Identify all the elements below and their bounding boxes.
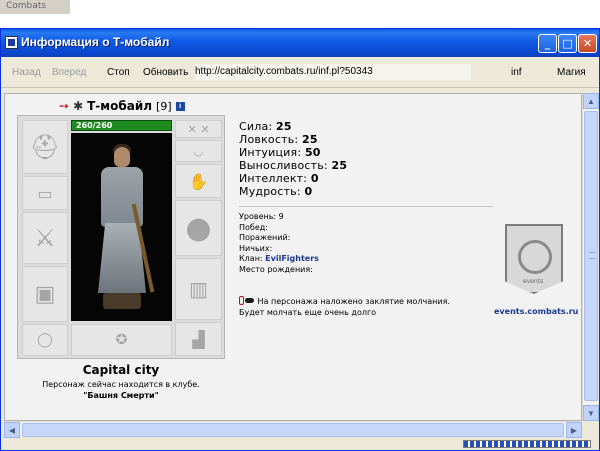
info-icon[interactable]: i xyxy=(175,101,185,111)
stat-strength: Сила: 25 xyxy=(239,120,292,133)
divider xyxy=(239,206,493,207)
stat-wisdom: Мудрость: 0 xyxy=(239,185,313,198)
silence-icon xyxy=(239,296,255,305)
stats-list: Сила: 25 Ловкость: 25 Интуиция: 50 Вынос… xyxy=(239,120,347,198)
stat-intuition: Интуиция: 50 xyxy=(239,146,321,159)
hp-text: 260/260 xyxy=(76,121,113,130)
equipment-panel: ⛑ ▭ ⚔ ▣ ◯ 260/260 ✪ ✕ ✕ ◡ ✋ ● ▥ ▟ xyxy=(17,115,225,359)
stat-agility: Ловкость: 25 xyxy=(239,133,318,146)
red-arrow-icon: ➙ xyxy=(59,99,70,113)
vertical-scroll-thumb[interactable] xyxy=(584,111,598,401)
belt-icon[interactable]: ◯ xyxy=(22,324,68,356)
gloves-icon[interactable]: ✋ xyxy=(175,164,222,198)
silence-line-1: На персонажа наложено заклятие молчания. xyxy=(239,296,450,307)
info-clan: Клан: EvilFighters xyxy=(239,254,319,263)
stat-endurance: Выносливость: 25 xyxy=(239,159,348,172)
clan-link[interactable]: EvilFighters xyxy=(265,254,319,263)
emblem-ring xyxy=(518,240,552,274)
minimize-button[interactable]: _ xyxy=(538,34,557,53)
background-app-title: Combats xyxy=(6,1,47,11)
armor-icon[interactable]: ▣ xyxy=(22,266,68,322)
status-bar xyxy=(1,438,599,450)
scroll-up-button[interactable]: ▲ xyxy=(583,93,599,109)
emblem-word: events xyxy=(523,278,544,285)
background-app-strip: Combats xyxy=(0,0,600,24)
scroll-down-button[interactable]: ▼ xyxy=(583,405,599,421)
character-header: ➙ ✱ Т-мобайл [9] i xyxy=(59,98,185,114)
character-portrait xyxy=(71,133,172,321)
club-name: "Башня Смерти" xyxy=(83,391,159,400)
events-link[interactable]: events.combats.ru xyxy=(494,307,578,316)
forward-button[interactable]: Вперед xyxy=(52,67,86,78)
stat-intellect: Интеллект: 0 xyxy=(239,172,319,185)
events-emblem-icon[interactable]: events xyxy=(502,222,568,302)
necklace-icon[interactable]: ◡ xyxy=(175,140,222,162)
info-wins: Побед: xyxy=(239,222,268,232)
horizontal-scrollbar[interactable]: ◀ ▶ xyxy=(4,421,582,438)
window-title: Информация о Т-мобайл xyxy=(21,35,170,49)
figure-head xyxy=(114,147,130,167)
inf-button[interactable]: inf xyxy=(511,67,522,78)
location-text: Персонаж сейчас находится в клубе. xyxy=(42,380,200,389)
window-app-icon xyxy=(5,36,18,49)
info-window: Информация о Т-мобайл _ □ ✕ Назад Вперед… xyxy=(0,28,600,451)
shield-icon[interactable]: ● xyxy=(175,200,222,256)
info-level: Уровень: 9 xyxy=(239,212,284,221)
title-bar[interactable]: Информация о Т-мобайл _ □ ✕ xyxy=(1,29,599,57)
amulet-icon[interactable]: ✪ xyxy=(71,324,172,356)
silence-notice: На персонажа наложено заклятие молчания.… xyxy=(239,296,450,318)
background-window-title: Combats xyxy=(0,0,70,14)
navigation-toolbar: Назад Вперед Стоп Обновить http://capita… xyxy=(1,58,599,88)
sword-icon[interactable]: ⚔ xyxy=(22,212,68,264)
info-losses: Поражений: xyxy=(239,233,291,242)
figure-boots xyxy=(103,293,141,309)
rank-emblem-icon: ✱ xyxy=(73,99,84,113)
boots-icon[interactable]: ▟ xyxy=(175,322,222,356)
horizontal-scroll-thumb[interactable] xyxy=(22,423,564,437)
hp-bar: 260/260 xyxy=(71,120,172,131)
silence-line-2: Будет молчать еще очень долго xyxy=(239,308,377,317)
refresh-button[interactable]: Обновить xyxy=(143,67,188,78)
leggings-icon[interactable]: ▥ xyxy=(175,258,222,320)
rings-icon[interactable]: ✕ ✕ xyxy=(175,120,222,138)
stop-button[interactable]: Стоп xyxy=(107,67,130,78)
progress-fill xyxy=(464,441,590,447)
address-field[interactable]: http://capitalcity.combats.ru/inf.pl?503… xyxy=(195,64,471,80)
magic-button[interactable]: Магия xyxy=(557,67,586,78)
vertical-scrollbar[interactable]: ▲ ▼ xyxy=(582,93,599,421)
close-button[interactable]: ✕ xyxy=(578,34,597,53)
city-name: Capital city xyxy=(82,363,160,377)
scroll-right-button[interactable]: ▶ xyxy=(566,422,582,438)
helmet-icon[interactable]: ⛑ xyxy=(22,120,68,174)
info-draws: Ничьих: xyxy=(239,243,273,253)
maximize-button[interactable]: □ xyxy=(558,34,577,53)
scroll-left-button[interactable]: ◀ xyxy=(4,422,20,438)
content-viewport: ➙ ✱ Т-мобайл [9] i ⛑ ▭ ⚔ ▣ ◯ 260/260 ✪ ✕… xyxy=(4,93,582,421)
back-button[interactable]: Назад xyxy=(12,67,41,78)
character-name: Т-мобайл xyxy=(87,99,153,113)
info-birthplace: Место рождения: xyxy=(239,264,313,274)
loading-progress xyxy=(463,440,591,448)
character-level: [9] xyxy=(156,99,172,113)
character-info: Уровень: 9 Побед: Поражений: Ничьих: Кла… xyxy=(239,212,319,275)
bracers-icon[interactable]: ▭ xyxy=(22,176,68,210)
